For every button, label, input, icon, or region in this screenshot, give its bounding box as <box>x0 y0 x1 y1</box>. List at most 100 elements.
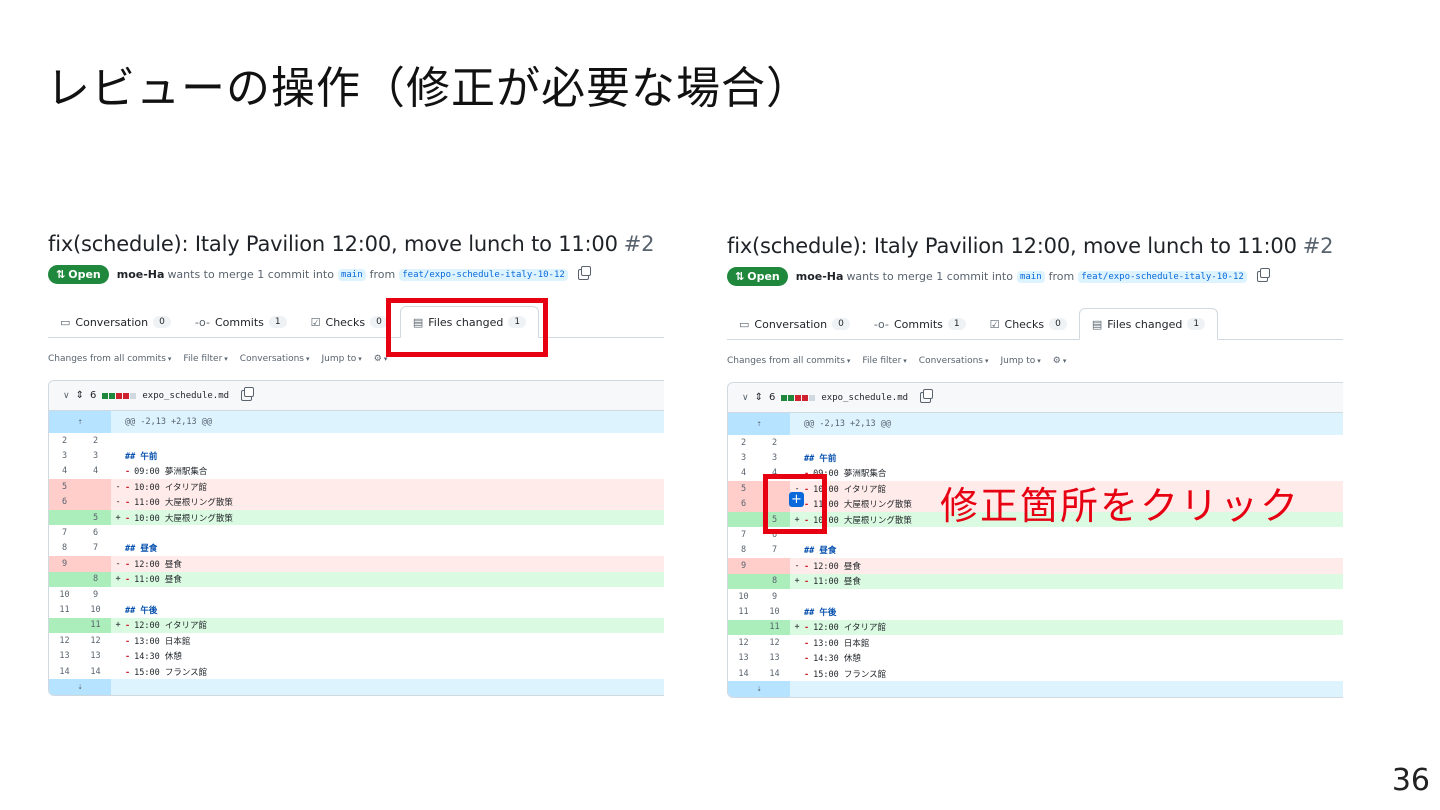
diff-line[interactable]: 13 13 -14:30 休憩 <box>49 648 664 663</box>
diff-line[interactable]: 4 4 -09:00 夢洲駅集合 <box>49 464 664 479</box>
gear-icon[interactable]: ⚙ ▾ <box>1053 356 1067 366</box>
diff-line[interactable]: 6 --11:00 大屋根リング散策 <box>49 494 664 510</box>
toolbar-conversations[interactable]: Conversations ▾ <box>919 356 989 366</box>
diff-sign: - <box>111 479 125 495</box>
diff-sign: + <box>790 619 804 636</box>
diff-sign: + <box>111 509 125 526</box>
tab-label: Commits <box>214 315 264 329</box>
copy-icon[interactable] <box>1256 268 1270 282</box>
expand-down-icon[interactable]: ⇣ <box>49 679 111 695</box>
hunk-footer-row: ⇣ <box>728 681 1343 697</box>
diff-code: -15:00 フランス館 <box>804 669 887 680</box>
diff-line[interactable]: 3 3 ## 午前 <box>49 448 664 463</box>
click-annotation: 修正箇所をクリック <box>940 484 1301 528</box>
new-line-number: 12 <box>769 637 780 648</box>
file-name[interactable]: expo_schedule.md <box>821 393 908 403</box>
base-branch[interactable]: main <box>1016 270 1045 283</box>
toolbar-jump-to[interactable]: Jump to ▾ <box>1001 356 1041 366</box>
diff-line[interactable]: 8 + -11:00 昼食 <box>49 571 664 587</box>
old-line-number: 14 <box>738 668 749 679</box>
tab-label: Checks <box>325 315 366 329</box>
tab-commits[interactable]: -o- Commits 1 <box>862 309 978 339</box>
diff-line[interactable]: 13 13 -14:30 休憩 <box>728 650 1343 665</box>
toolbar-conversations[interactable]: Conversations ▾ <box>240 354 310 364</box>
pr-author[interactable]: moe-Ha <box>796 270 844 283</box>
diff-line[interactable]: 11 + -12:00 イタリア館 <box>728 619 1343 636</box>
hunk-header-row: ⇡ @@ -2,13 +2,13 @@ <box>728 413 1343 435</box>
git-pull-request-icon: ⇅ <box>56 268 66 281</box>
diff-line[interactable]: 76 <box>49 525 664 540</box>
expand-up-icon[interactable]: ⇡ <box>728 413 790 435</box>
chevron-down-icon[interactable]: ∨ <box>63 391 70 401</box>
diff-line[interactable]: 14 14 -15:00 フランス館 <box>49 664 664 679</box>
tab-conversation[interactable]: ▭ Conversation 0 <box>727 309 862 339</box>
file-name[interactable]: expo_schedule.md <box>142 391 229 401</box>
diff-line[interactable]: 22 <box>49 433 664 448</box>
toolbar-changes-from-all-commits[interactable]: Changes from all commits ▾ <box>48 354 171 364</box>
diff-sign: + <box>111 571 125 587</box>
tab-commits[interactable]: -o- Commits 1 <box>183 307 299 337</box>
line-click-highlight <box>763 474 827 534</box>
new-line-number: 2 <box>771 437 778 448</box>
diff-sign: + <box>790 573 804 589</box>
head-branch[interactable]: feat/expo-schedule-italy-10-12 <box>1078 270 1247 283</box>
diff-line[interactable]: 5 - -10:00 イタリア館 <box>49 479 664 495</box>
diff-code <box>804 589 1343 604</box>
base-branch[interactable]: main <box>337 268 366 281</box>
diff-code: -11:00 昼食 <box>125 571 664 587</box>
diffstat-blocks <box>781 394 816 401</box>
diff-line[interactable]: 9 - -12:00 昼食 <box>728 558 1343 574</box>
diff-line[interactable]: 9 - -12:00 昼食 <box>49 556 664 572</box>
diff-line[interactable]: 11 10 ## 午後 <box>728 604 1343 619</box>
pr-screenshot-left: fix(schedule): Italy Pavilion 12:00, mov… <box>48 232 664 732</box>
new-line-number: 5 <box>80 509 111 526</box>
diff-line[interactable]: 14 14 -15:00 フランス館 <box>728 666 1343 681</box>
tab-label: Commits <box>893 317 943 331</box>
files-changed-highlight <box>386 298 548 357</box>
pr-title: fix(schedule): Italy Pavilion 12:00, mov… <box>727 234 1334 258</box>
tab-checks[interactable]: ☑ Checks 0 <box>299 307 400 337</box>
tab-checks[interactable]: ☑ Checks 0 <box>978 309 1079 339</box>
old-line-number: 7 <box>740 530 747 541</box>
diff-code: -11:00 大屋根リング散策 <box>125 494 664 510</box>
diff-line[interactable]: 8 7 ## 昼食 <box>728 543 1343 558</box>
tab-conversation[interactable]: ▭ Conversation 0 <box>48 307 183 337</box>
diff-line[interactable]: 10 9 <box>49 587 664 602</box>
diff-line[interactable]: 3 3 ## 午前 <box>728 450 1343 465</box>
diff-code: ## 昼食 <box>125 544 158 555</box>
tab-counter: 0 <box>1049 318 1067 330</box>
diff-line[interactable]: 10 9 <box>728 589 1343 604</box>
toolbar-file-filter[interactable]: File filter ▾ <box>183 354 227 364</box>
copy-icon[interactable] <box>241 387 255 401</box>
old-line-number: 9 <box>728 558 759 574</box>
diff-line[interactable]: 11 + -12:00 イタリア館 <box>49 617 664 634</box>
git-pull-request-icon: ⇅ <box>735 270 745 283</box>
diff-toolbar: Changes from all commits ▾ File filter ▾ Con… <box>727 356 1343 366</box>
diff-line[interactable]: 8 7 ## 昼食 <box>49 541 664 556</box>
diff-line[interactable]: 12 12 -13:00 日本館 <box>49 633 664 648</box>
head-branch[interactable]: feat/expo-schedule-italy-10-12 <box>399 268 568 281</box>
old-line-number: 6 <box>728 496 759 512</box>
expand-icon[interactable]: ⇕ <box>76 390 84 401</box>
expand-up-icon[interactable]: ⇡ <box>49 411 111 433</box>
change-count: 6 <box>89 390 97 401</box>
expand-down-icon[interactable]: ⇣ <box>728 681 790 697</box>
copy-icon[interactable] <box>920 389 934 403</box>
pr-author[interactable]: moe-Ha <box>117 268 165 281</box>
diff-line[interactable]: 22 <box>728 435 1343 450</box>
toolbar-jump-to[interactable]: Jump to ▾ <box>322 354 362 364</box>
diff-line[interactable]: 12 12 -13:00 日本館 <box>728 635 1343 650</box>
copy-icon[interactable] <box>577 266 591 280</box>
diff-line[interactable]: 8 + -11:00 昼食 <box>728 573 1343 589</box>
diff-code: -13:00 日本館 <box>804 638 870 649</box>
hunk-footer-row: ⇣ <box>49 679 664 695</box>
toolbar-file-filter[interactable]: File filter ▾ <box>862 356 906 366</box>
toolbar-changes-from-all-commits[interactable]: Changes from all commits ▾ <box>727 356 850 366</box>
tab-files-changed[interactable]: ▤ Files changed 1 <box>1078 308 1219 340</box>
chevron-down-icon[interactable]: ∨ <box>742 393 749 403</box>
diff-line[interactable]: 11 10 ## 午後 <box>49 602 664 617</box>
old-line-number: 3 <box>61 451 68 462</box>
diff-line[interactable]: 5 + -10:00 大屋根リング散策 <box>49 509 664 526</box>
expand-icon[interactable]: ⇕ <box>755 392 763 403</box>
diff-sign <box>790 435 804 450</box>
